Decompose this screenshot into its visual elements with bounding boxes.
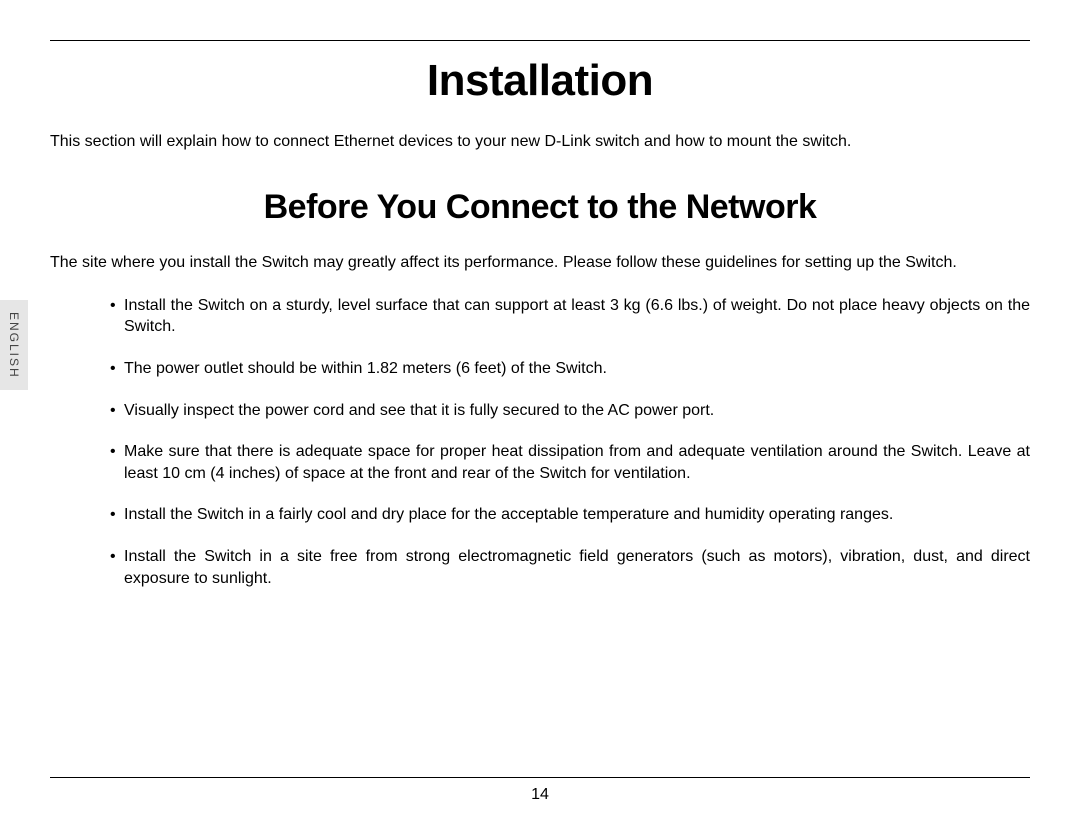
guidelines-list: Install the Switch on a sturdy, level su…: [50, 295, 1030, 609]
bottom-divider: [50, 777, 1030, 778]
list-item: Install the Switch on a sturdy, level su…: [110, 295, 1030, 338]
top-divider: [50, 40, 1030, 41]
list-item: Make sure that there is adequate space f…: [110, 441, 1030, 484]
language-label: ENGLISH: [7, 312, 21, 379]
page-content: Installation This section will explain h…: [0, 0, 1080, 834]
footer: 14: [50, 777, 1030, 804]
page-title: Installation: [50, 56, 1030, 106]
page-number: 14: [50, 786, 1030, 804]
list-item: Install the Switch in a fairly cool and …: [110, 504, 1030, 526]
list-item: Install the Switch in a site free from s…: [110, 546, 1030, 589]
list-item: Visually inspect the power cord and see …: [110, 400, 1030, 422]
intro-paragraph: This section will explain how to connect…: [50, 131, 1030, 153]
language-tab: ENGLISH: [0, 300, 28, 390]
list-item: The power outlet should be within 1.82 m…: [110, 358, 1030, 380]
subintro-paragraph: The site where you install the Switch ma…: [50, 252, 1030, 274]
section-subtitle: Before You Connect to the Network: [50, 188, 1030, 227]
